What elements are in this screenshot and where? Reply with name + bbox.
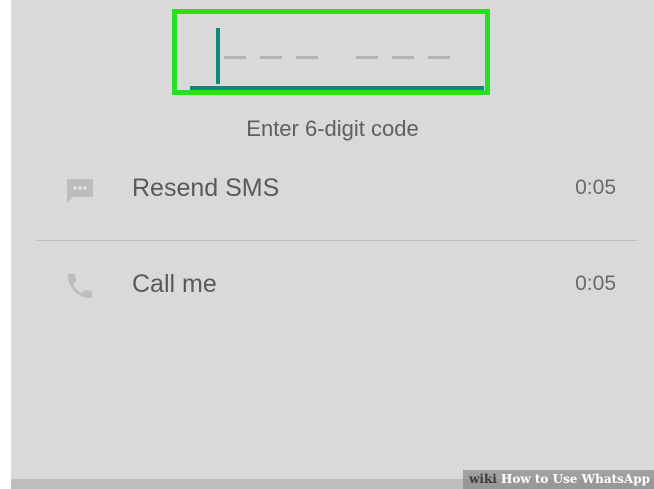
watermark-title: How to Use WhatsApp	[501, 472, 650, 486]
message-icon	[64, 174, 96, 206]
resend-sms-option[interactable]: Resend SMS 0:05	[11, 160, 654, 220]
digit-slot-4	[356, 56, 378, 59]
text-cursor	[216, 28, 220, 84]
call-me-label: Call me	[132, 270, 217, 298]
resend-sms-timer: 0:05	[575, 176, 616, 199]
digit-slot-3	[296, 56, 318, 59]
digit-slot-6	[428, 56, 450, 59]
watermark-brand: wiki	[469, 472, 497, 486]
digit-slot-1	[224, 56, 246, 59]
digit-slot-2	[260, 56, 282, 59]
wikihow-watermark: wiki How to Use WhatsApp	[463, 470, 654, 489]
digit-slot-5	[392, 56, 414, 59]
phone-icon	[64, 270, 96, 302]
verification-code-input[interactable]	[190, 24, 484, 90]
options-divider	[37, 240, 637, 241]
input-underline	[190, 86, 484, 90]
call-me-timer: 0:05	[575, 272, 616, 295]
resend-sms-label: Resend SMS	[132, 174, 280, 202]
code-hint: Enter 6-digit code	[246, 116, 419, 141]
call-me-option[interactable]: Call me 0:05	[11, 256, 654, 316]
